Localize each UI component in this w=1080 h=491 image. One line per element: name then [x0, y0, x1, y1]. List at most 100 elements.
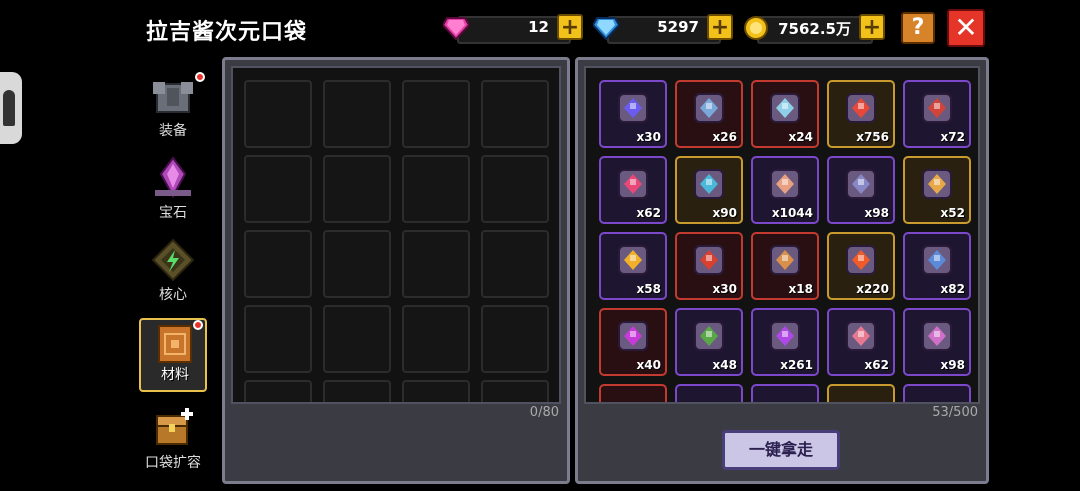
empty-slot[interactable]: [244, 380, 312, 402]
backpack-capacity: 53/500: [932, 405, 978, 420]
empty-slot[interactable]: [481, 155, 549, 223]
add-blue-diamond-button[interactable]: +: [707, 14, 733, 40]
plant-icon: [694, 321, 724, 351]
empty-slot[interactable]: [323, 230, 391, 298]
backpack-panel: x30 x26 x24 x756 x72 x62 x90 x1044 x98 x52 x58 x30 x…: [575, 57, 989, 484]
empty-slot[interactable]: [402, 80, 470, 148]
inventory-item[interactable]: x58: [599, 232, 667, 300]
chest-expand-icon: [156, 408, 193, 445]
side-handle[interactable]: [0, 72, 22, 144]
empty-slot[interactable]: [244, 155, 312, 223]
tab-gems[interactable]: 宝石: [139, 154, 207, 228]
take-all-button[interactable]: 一键拿走: [722, 430, 840, 470]
orb-icon: [618, 321, 648, 351]
item-quantity: x62: [636, 206, 661, 220]
empty-slot[interactable]: [244, 80, 312, 148]
item-quantity: x18: [788, 282, 813, 296]
empty-slot[interactable]: [323, 305, 391, 373]
item-quantity: x58: [636, 282, 661, 296]
empty-slot[interactable]: [244, 305, 312, 373]
item-quantity: x40: [636, 358, 661, 372]
backpack-grid[interactable]: x30 x26 x24 x756 x72 x62 x90 x1044 x98 x52 x58 x30 x…: [584, 66, 980, 404]
inventory-item[interactable]: x26: [675, 80, 743, 148]
inventory-item[interactable]: x82: [903, 232, 971, 300]
tab-pocket-expand-label: 口袋扩容: [145, 455, 201, 471]
inventory-item[interactable]: x62: [827, 308, 895, 376]
inventory-item[interactable]: x18: [751, 232, 819, 300]
pocket-grid[interactable]: [231, 66, 561, 404]
inventory-item[interactable]: x98: [903, 308, 971, 376]
wand-icon: [922, 321, 952, 351]
inventory-item[interactable]: [903, 384, 971, 402]
pink-gem-icon: [443, 17, 469, 40]
tab-materials-label: 材料: [161, 367, 189, 383]
inventory-item[interactable]: [675, 384, 743, 402]
heart-icon: [618, 169, 648, 199]
blade-icon: [922, 245, 952, 275]
notification-badge: [195, 72, 205, 82]
empty-slot[interactable]: [323, 80, 391, 148]
inventory-item[interactable]: [599, 384, 667, 402]
inventory-item[interactable]: x261: [751, 308, 819, 376]
blue-diamond-count: 5297: [657, 18, 699, 36]
empty-slot[interactable]: [244, 230, 312, 298]
ankh-icon: [618, 245, 648, 275]
item-quantity: x26: [712, 130, 737, 144]
help-button[interactable]: ?: [901, 12, 935, 44]
empty-slot[interactable]: [323, 380, 391, 402]
item-quantity: x261: [780, 358, 813, 372]
tab-core[interactable]: 核心: [139, 236, 207, 310]
tab-equipment-label: 装备: [159, 123, 187, 139]
empty-slot[interactable]: [481, 230, 549, 298]
item-quantity: x756: [856, 130, 889, 144]
currency-gold-coin: 7562.5万 +: [743, 13, 885, 44]
inventory-item[interactable]: x756: [827, 80, 895, 148]
material-book-icon: [158, 325, 192, 363]
inventory-item[interactable]: x220: [827, 232, 895, 300]
item-quantity: x30: [636, 130, 661, 144]
inventory-item[interactable]: x72: [903, 80, 971, 148]
tab-materials[interactable]: 材料: [139, 318, 207, 392]
empty-slot[interactable]: [402, 380, 470, 402]
tab-equipment[interactable]: 装备: [139, 72, 207, 146]
pocket-panel: 0/80: [222, 57, 570, 484]
notification-badge: [193, 320, 203, 330]
sun-gear-icon: [846, 245, 876, 275]
empty-slot[interactable]: [481, 80, 549, 148]
inventory-item[interactable]: x40: [599, 308, 667, 376]
pickaxe-icon: [922, 169, 952, 199]
add-pink-gem-button[interactable]: +: [557, 14, 583, 40]
empty-slot[interactable]: [402, 230, 470, 298]
item-quantity: x220: [856, 282, 889, 296]
armor-icon: [153, 82, 193, 113]
inventory-item[interactable]: x52: [903, 156, 971, 224]
tab-gems-label: 宝石: [159, 205, 187, 221]
item-quantity: x82: [940, 282, 965, 296]
inventory-item[interactable]: [751, 384, 819, 402]
empty-slot[interactable]: [323, 155, 391, 223]
page-title: 拉吉酱次元口袋: [146, 20, 308, 45]
inventory-item[interactable]: x30: [675, 232, 743, 300]
empty-slot[interactable]: [402, 305, 470, 373]
inventory-item[interactable]: x90: [675, 156, 743, 224]
add-gold-coin-button[interactable]: +: [859, 14, 885, 40]
horseshoe-icon: [922, 93, 952, 123]
meat-icon: [770, 245, 800, 275]
pink-gem-count: 12: [528, 18, 549, 36]
currency-pink-gem: 12 +: [443, 13, 583, 44]
blaster-icon: [618, 93, 648, 123]
pink-stone-icon: [846, 321, 876, 351]
inventory-item[interactable]: [827, 384, 895, 402]
empty-slot[interactable]: [481, 305, 549, 373]
inventory-item[interactable]: x30: [599, 80, 667, 148]
inventory-item[interactable]: x24: [751, 80, 819, 148]
inventory-item[interactable]: x1044: [751, 156, 819, 224]
empty-slot[interactable]: [481, 380, 549, 402]
gem-crystal-icon: [155, 156, 191, 199]
inventory-item[interactable]: x98: [827, 156, 895, 224]
tab-pocket-expand[interactable]: 口袋扩容: [139, 404, 207, 478]
empty-slot[interactable]: [402, 155, 470, 223]
inventory-item[interactable]: x48: [675, 308, 743, 376]
close-button[interactable]: ✕: [947, 9, 985, 47]
inventory-item[interactable]: x62: [599, 156, 667, 224]
